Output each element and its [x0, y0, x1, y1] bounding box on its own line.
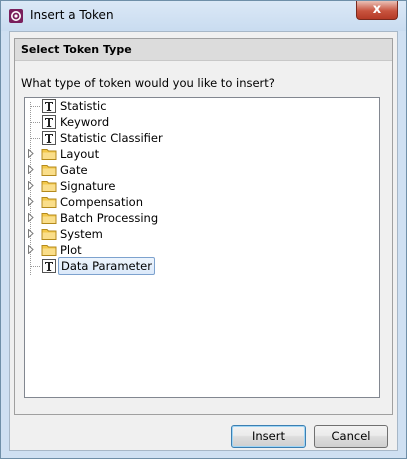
tree-item-label: Gate: [60, 163, 88, 177]
expand-arrow-icon[interactable]: [28, 213, 34, 222]
tree-item[interactable]: Gate: [25, 162, 365, 178]
tree-item[interactable]: Data Parameter: [25, 257, 365, 275]
tree-item-label: Batch Processing: [60, 211, 159, 225]
title-bar[interactable]: Insert a Token x: [1, 1, 406, 31]
expand-arrow-icon[interactable]: [28, 229, 34, 238]
text-token-icon: [41, 130, 57, 146]
tree-item[interactable]: Compensation: [25, 194, 365, 210]
tree-item-label: Statistic Classifier: [60, 131, 163, 145]
close-icon: x: [372, 2, 382, 17]
token-tree[interactable]: Statistic Keyword Statistic Classifier Layo…: [24, 97, 380, 398]
tree-connector-line: [31, 266, 40, 267]
folder-icon: [41, 162, 57, 178]
tree-item-label: Keyword: [60, 115, 110, 129]
close-button[interactable]: x: [356, 1, 398, 20]
token-type-group: Select Token Type What type of token wou…: [14, 38, 393, 415]
tree-item[interactable]: Statistic: [25, 98, 365, 114]
tree-item-label: Data Parameter: [58, 257, 155, 275]
tree-item[interactable]: Batch Processing: [25, 210, 365, 226]
expand-arrow-icon[interactable]: [28, 149, 34, 158]
insert-button[interactable]: Insert: [231, 425, 306, 448]
tree-connector-line: [31, 106, 40, 107]
cancel-button[interactable]: Cancel: [314, 425, 388, 448]
tree-item-label: Statistic: [60, 99, 107, 113]
tree-item-label: Signature: [60, 179, 116, 193]
app-logo-icon: [8, 8, 24, 24]
folder-icon: [41, 178, 57, 194]
folder-icon: [41, 242, 57, 258]
window-title: Insert a Token: [30, 8, 114, 22]
tree-item-label: Compensation: [60, 195, 143, 209]
text-token-icon: [41, 258, 57, 274]
expand-arrow-icon[interactable]: [28, 245, 34, 254]
expand-arrow-icon[interactable]: [28, 165, 34, 174]
tree-item-label: System: [60, 227, 103, 241]
tree-item[interactable]: Signature: [25, 178, 365, 194]
question-label: What type of token would you like to ins…: [21, 76, 275, 90]
folder-icon: [41, 194, 57, 210]
dialog-window: Insert a Token x Select Token Type What …: [0, 0, 407, 459]
text-token-icon: [41, 114, 57, 130]
expand-arrow-icon[interactable]: [28, 181, 34, 190]
tree-connector-line: [31, 138, 40, 139]
tree-item[interactable]: Keyword: [25, 114, 365, 130]
tree-item[interactable]: Statistic Classifier: [25, 130, 365, 146]
tree-item[interactable]: Plot: [25, 242, 365, 258]
dialog-client-area: Select Token Type What type of token wou…: [9, 31, 398, 451]
tree-item[interactable]: System: [25, 226, 365, 242]
group-title: Select Token Type: [21, 43, 132, 56]
folder-icon: [41, 210, 57, 226]
tree-connector-line: [31, 122, 40, 123]
expand-arrow-icon[interactable]: [28, 197, 34, 206]
tree-item-label: Plot: [60, 243, 82, 257]
group-header: Select Token Type: [15, 39, 392, 61]
folder-icon: [41, 226, 57, 242]
folder-icon: [41, 146, 57, 162]
text-token-icon: [41, 98, 57, 114]
tree-item-label: Layout: [60, 147, 100, 161]
tree-item[interactable]: Layout: [25, 146, 365, 162]
